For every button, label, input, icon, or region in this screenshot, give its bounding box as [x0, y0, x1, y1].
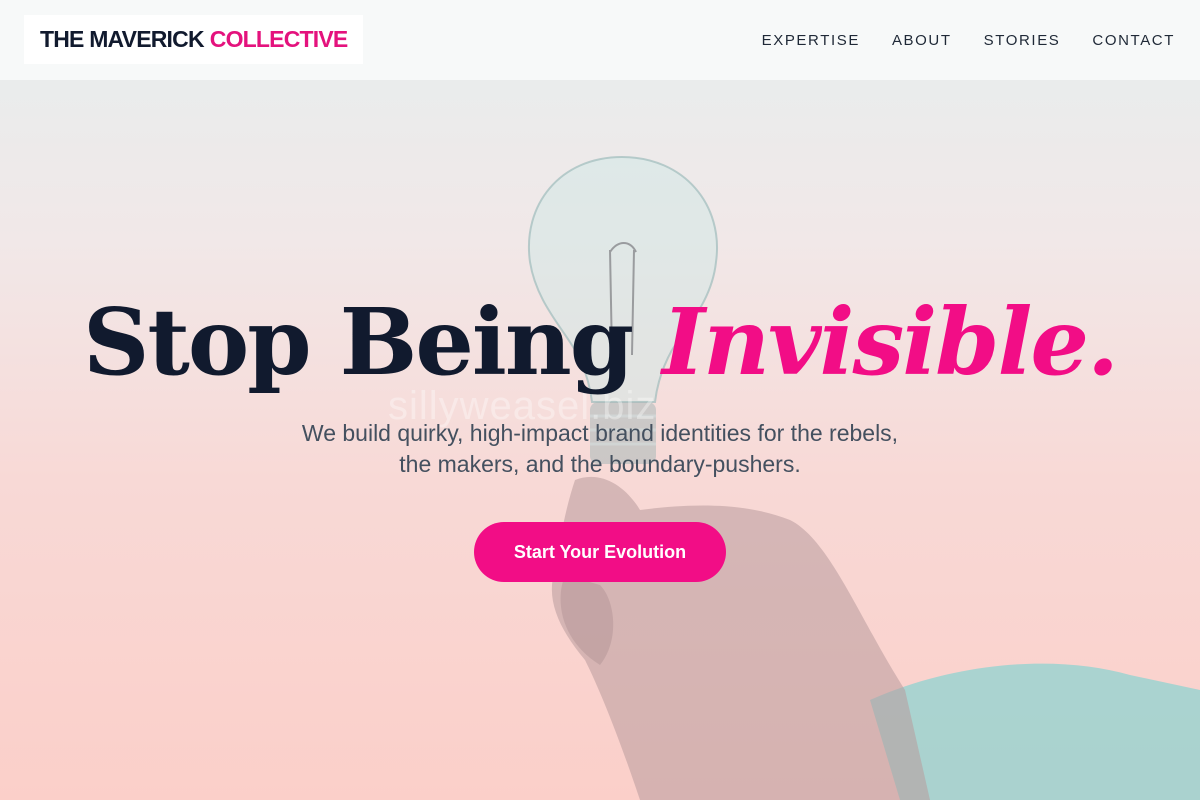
logo-accent-text: COLLECTIVE	[209, 26, 348, 52]
nav-link-expertise[interactable]: EXPERTISE	[762, 32, 860, 49]
nav-link-stories[interactable]: STORIES	[984, 32, 1061, 49]
hero-subtitle: We build quirky, high-impact brand ident…	[301, 420, 899, 477]
headline-main-text: Stop Being	[82, 288, 663, 396]
landing-page: sillyweasel.biz THE MAVERICK COLLECTIVE E…	[0, 0, 1200, 800]
site-header: THE MAVERICK COLLECTIVE EXPERTISE ABOUT S…	[0, 0, 1200, 80]
nav-link-about[interactable]: ABOUT	[892, 32, 952, 49]
site-logo[interactable]: THE MAVERICK COLLECTIVE	[24, 15, 364, 64]
hero-headline: Stop Being Invisible.	[0, 291, 1200, 393]
logo-main-text: THE MAVERICK	[40, 26, 205, 52]
main-nav: EXPERTISE ABOUT STORIES CONTACT	[762, 0, 1175, 80]
headline-accent-text: Invisible.	[662, 288, 1119, 396]
nav-link-contact[interactable]: CONTACT	[1092, 32, 1175, 49]
start-evolution-button[interactable]: Start Your Evolution	[474, 522, 726, 582]
